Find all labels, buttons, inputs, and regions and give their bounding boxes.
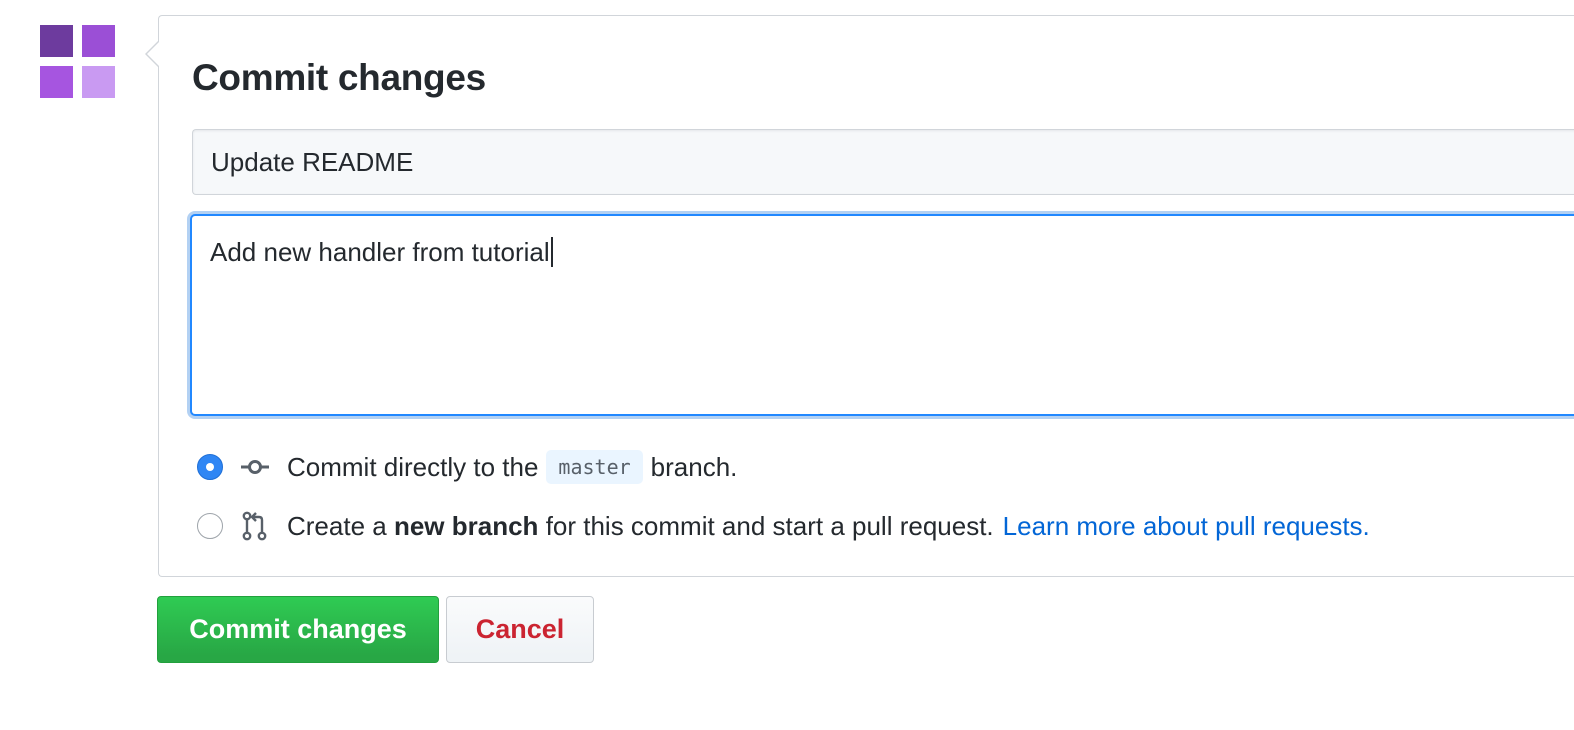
commit-summary-value: Update README <box>211 147 414 177</box>
commit-description-textarea[interactable]: Add new handler from tutorial <box>190 214 1574 416</box>
commit-title: Commit changes <box>192 57 486 98</box>
avatar[interactable] <box>40 25 116 99</box>
avatar-tile <box>82 66 115 98</box>
commit-direct-text-end: branch. <box>650 451 738 482</box>
new-branch-text-end: for this commit and start a pull request… <box>545 510 994 541</box>
branch-name-badge: master <box>546 450 643 484</box>
new-branch-bold: new branch <box>393 510 539 541</box>
new-branch-radio[interactable] <box>197 513 223 539</box>
git-commit-icon <box>241 452 269 482</box>
commit-direct-text: Commit directly to the <box>287 451 539 482</box>
panel-pointer-fill <box>147 41 160 67</box>
commit-direct-option[interactable]: Commit directly to the master branch. <box>197 447 737 487</box>
new-branch-option[interactable]: Create a new branch for this commit and … <box>197 506 1370 546</box>
avatar-tile <box>82 25 115 57</box>
commit-description-value: Add new handler from tutorial <box>210 237 550 267</box>
git-pull-request-icon <box>241 511 269 541</box>
commit-panel: Commit changes Update README Add new han… <box>145 15 1574 577</box>
new-branch-text: Create a <box>287 510 387 541</box>
cancel-button[interactable]: Cancel <box>446 596 594 663</box>
radio-dot <box>206 463 214 471</box>
commit-direct-radio[interactable] <box>197 454 223 480</box>
learn-more-pull-requests-link[interactable]: Learn more about pull requests. <box>1003 511 1370 542</box>
commit-changes-button[interactable]: Commit changes <box>157 596 439 663</box>
avatar-tile <box>40 66 73 98</box>
text-cursor <box>550 237 553 267</box>
commit-summary-input[interactable]: Update README <box>192 129 1574 195</box>
avatar-tile <box>40 25 73 57</box>
